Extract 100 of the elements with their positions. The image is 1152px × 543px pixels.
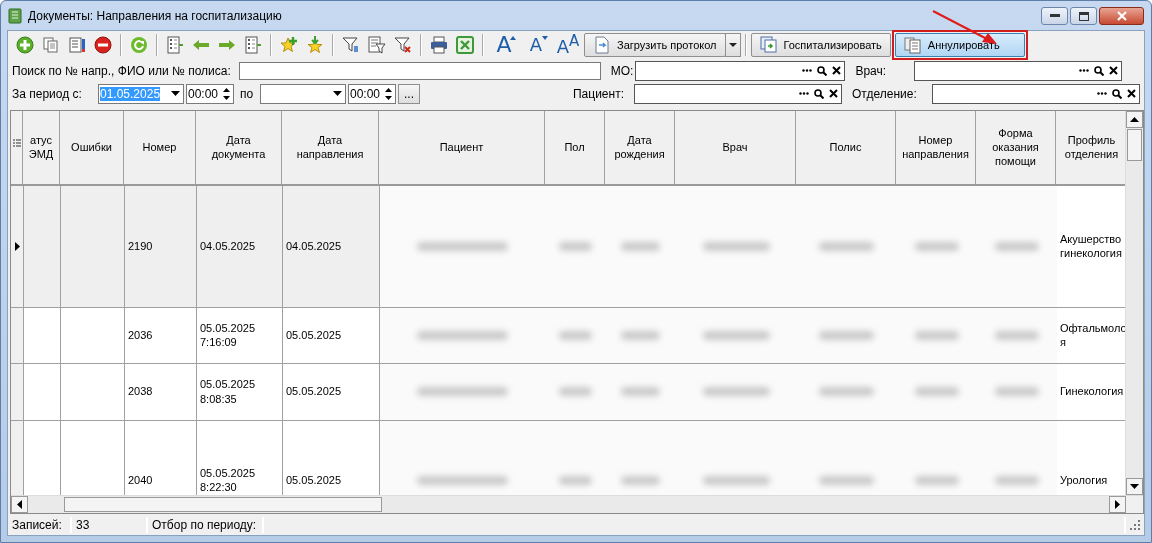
table-cell: 2190 bbox=[125, 185, 197, 307]
mo-label: МО: bbox=[610, 63, 634, 78]
scroll-left-button[interactable] bbox=[11, 495, 28, 513]
document-arrow-icon bbox=[593, 36, 611, 54]
blurred-text bbox=[914, 387, 959, 397]
vertical-scrollbar[interactable] bbox=[1125, 110, 1143, 495]
table-cell: 2038 bbox=[125, 363, 197, 420]
column-header[interactable]: Полис bbox=[796, 110, 896, 184]
period-label: За период с: bbox=[12, 86, 83, 101]
font-size-button[interactable]: A$^{A}$ bbox=[553, 33, 583, 57]
search-field[interactable] bbox=[238, 61, 601, 80]
table-cell: 05.05.2025 8:08:35 bbox=[197, 363, 283, 420]
more-icon[interactable] bbox=[799, 92, 809, 96]
caret-icon[interactable] bbox=[171, 91, 180, 97]
close-icon bbox=[1116, 11, 1127, 21]
period-filter-label: Отбор по периоду: bbox=[152, 517, 264, 534]
blurred-text bbox=[621, 387, 660, 397]
table-cell: 2036 bbox=[125, 307, 197, 363]
hospitalize-button[interactable]: Госпитализировать bbox=[750, 33, 891, 57]
column-header[interactable]: Дата направления bbox=[282, 110, 379, 184]
clear-icon[interactable] bbox=[1127, 89, 1136, 99]
column-header[interactable]: атус ЭМД bbox=[23, 110, 60, 184]
blurred-text bbox=[621, 330, 660, 340]
patient-field[interactable] bbox=[634, 83, 842, 104]
column-header[interactable]: Пол bbox=[545, 110, 605, 184]
search-icon[interactable] bbox=[1094, 65, 1105, 76]
mo-field[interactable] bbox=[635, 60, 846, 81]
blurred-text bbox=[994, 387, 1039, 397]
remove-icon[interactable] bbox=[91, 33, 115, 57]
blurred-text bbox=[819, 387, 874, 397]
row-pointer-icon bbox=[14, 241, 20, 251]
scroll-down-button[interactable] bbox=[1126, 477, 1143, 495]
maximize-button[interactable] bbox=[1070, 7, 1097, 25]
blurred-text bbox=[702, 475, 770, 485]
blurred-text bbox=[914, 241, 959, 251]
scroll-thumb[interactable] bbox=[64, 496, 382, 512]
clear-icon[interactable] bbox=[829, 89, 838, 99]
column-header[interactable]: Дата документа bbox=[196, 110, 282, 184]
blurred-text bbox=[559, 330, 592, 340]
column-header[interactable]: Форма оказания помощи bbox=[976, 110, 1056, 184]
more-icon[interactable] bbox=[802, 69, 813, 73]
font-size-button[interactable]: A bbox=[521, 33, 551, 57]
column-chooser-icon[interactable] bbox=[12, 138, 21, 148]
clear-icon[interactable] bbox=[1109, 66, 1119, 76]
up-arrow-icon bbox=[1130, 116, 1139, 122]
column-header[interactable]: Пациент bbox=[379, 110, 545, 184]
blurred-text bbox=[702, 387, 770, 397]
column-header[interactable]: Ошибки bbox=[60, 110, 124, 184]
corner-header[interactable] bbox=[11, 110, 23, 184]
time-to-field[interactable]: 00:00 bbox=[348, 83, 396, 104]
blurred-text bbox=[559, 387, 592, 397]
blurred-text bbox=[621, 241, 660, 251]
horizontal-scrollbar[interactable] bbox=[11, 494, 1143, 513]
left-arrow-icon bbox=[17, 499, 22, 509]
blurred-text bbox=[994, 475, 1039, 485]
blurred-text bbox=[621, 475, 660, 485]
department-field[interactable] bbox=[932, 83, 1140, 104]
doctor-field[interactable] bbox=[914, 60, 1123, 81]
scroll-thumb[interactable] bbox=[1127, 128, 1142, 161]
caret-icon[interactable] bbox=[333, 91, 342, 97]
table-row[interactable]: 2190 04.05.2025 04.05.2025 Акушерство гинекология bbox=[11, 185, 1125, 308]
table-cell: 04.05.2025 bbox=[197, 185, 283, 307]
right-arrow-icon bbox=[1115, 499, 1120, 509]
search-icon[interactable] bbox=[814, 88, 824, 99]
search-icon[interactable] bbox=[817, 65, 828, 76]
spin-icon[interactable] bbox=[385, 87, 392, 100]
scroll-up-button[interactable] bbox=[1126, 110, 1143, 128]
table-cell: 04.05.2025 bbox=[283, 185, 380, 307]
table-row[interactable]: 2038 05.05.2025 8:08:35 05.05.2025 Гинекология bbox=[11, 363, 1125, 421]
load-protocol-button[interactable]: Загрузить протокол bbox=[584, 33, 726, 57]
period-button[interactable]: ... bbox=[398, 83, 420, 104]
down-arrow-icon bbox=[1130, 483, 1139, 489]
blurred-text bbox=[819, 330, 874, 340]
column-header[interactable]: Номер bbox=[124, 110, 196, 184]
document-filter-icon[interactable] bbox=[365, 33, 389, 57]
search-icon[interactable] bbox=[1112, 88, 1122, 99]
blurred-text bbox=[914, 475, 959, 485]
column-header[interactable]: Номер направления bbox=[896, 110, 976, 184]
date-to-field[interactable] bbox=[260, 83, 346, 104]
department-label: Отделение: bbox=[852, 86, 918, 101]
window-title: Документы: Направления на госпитализацию bbox=[28, 8, 282, 23]
blurred-text bbox=[559, 241, 592, 251]
more-icon[interactable] bbox=[1097, 92, 1107, 96]
blurred-text bbox=[914, 330, 959, 340]
maximize-icon bbox=[1078, 11, 1089, 21]
spin-icon[interactable] bbox=[223, 87, 230, 100]
minimize-button[interactable] bbox=[1041, 7, 1068, 25]
scroll-right-button[interactable] bbox=[1109, 495, 1126, 513]
time-from-field[interactable]: 00:00 bbox=[186, 83, 234, 104]
add-icon[interactable] bbox=[13, 33, 37, 57]
cancel-button[interactable]: Аннулировать bbox=[894, 33, 1025, 57]
close-button[interactable] bbox=[1099, 7, 1144, 25]
clear-icon[interactable] bbox=[832, 66, 842, 76]
blurred-text bbox=[819, 475, 874, 485]
table-cell: 05.05.2025 7:16:09 bbox=[197, 307, 283, 363]
column-header[interactable]: Врач bbox=[675, 110, 796, 184]
spreadsheet-icon[interactable] bbox=[453, 33, 477, 57]
column-header[interactable]: Дата рождения bbox=[605, 110, 675, 184]
font-size-button[interactable]: A bbox=[489, 33, 519, 57]
more-icon[interactable] bbox=[1079, 69, 1090, 73]
